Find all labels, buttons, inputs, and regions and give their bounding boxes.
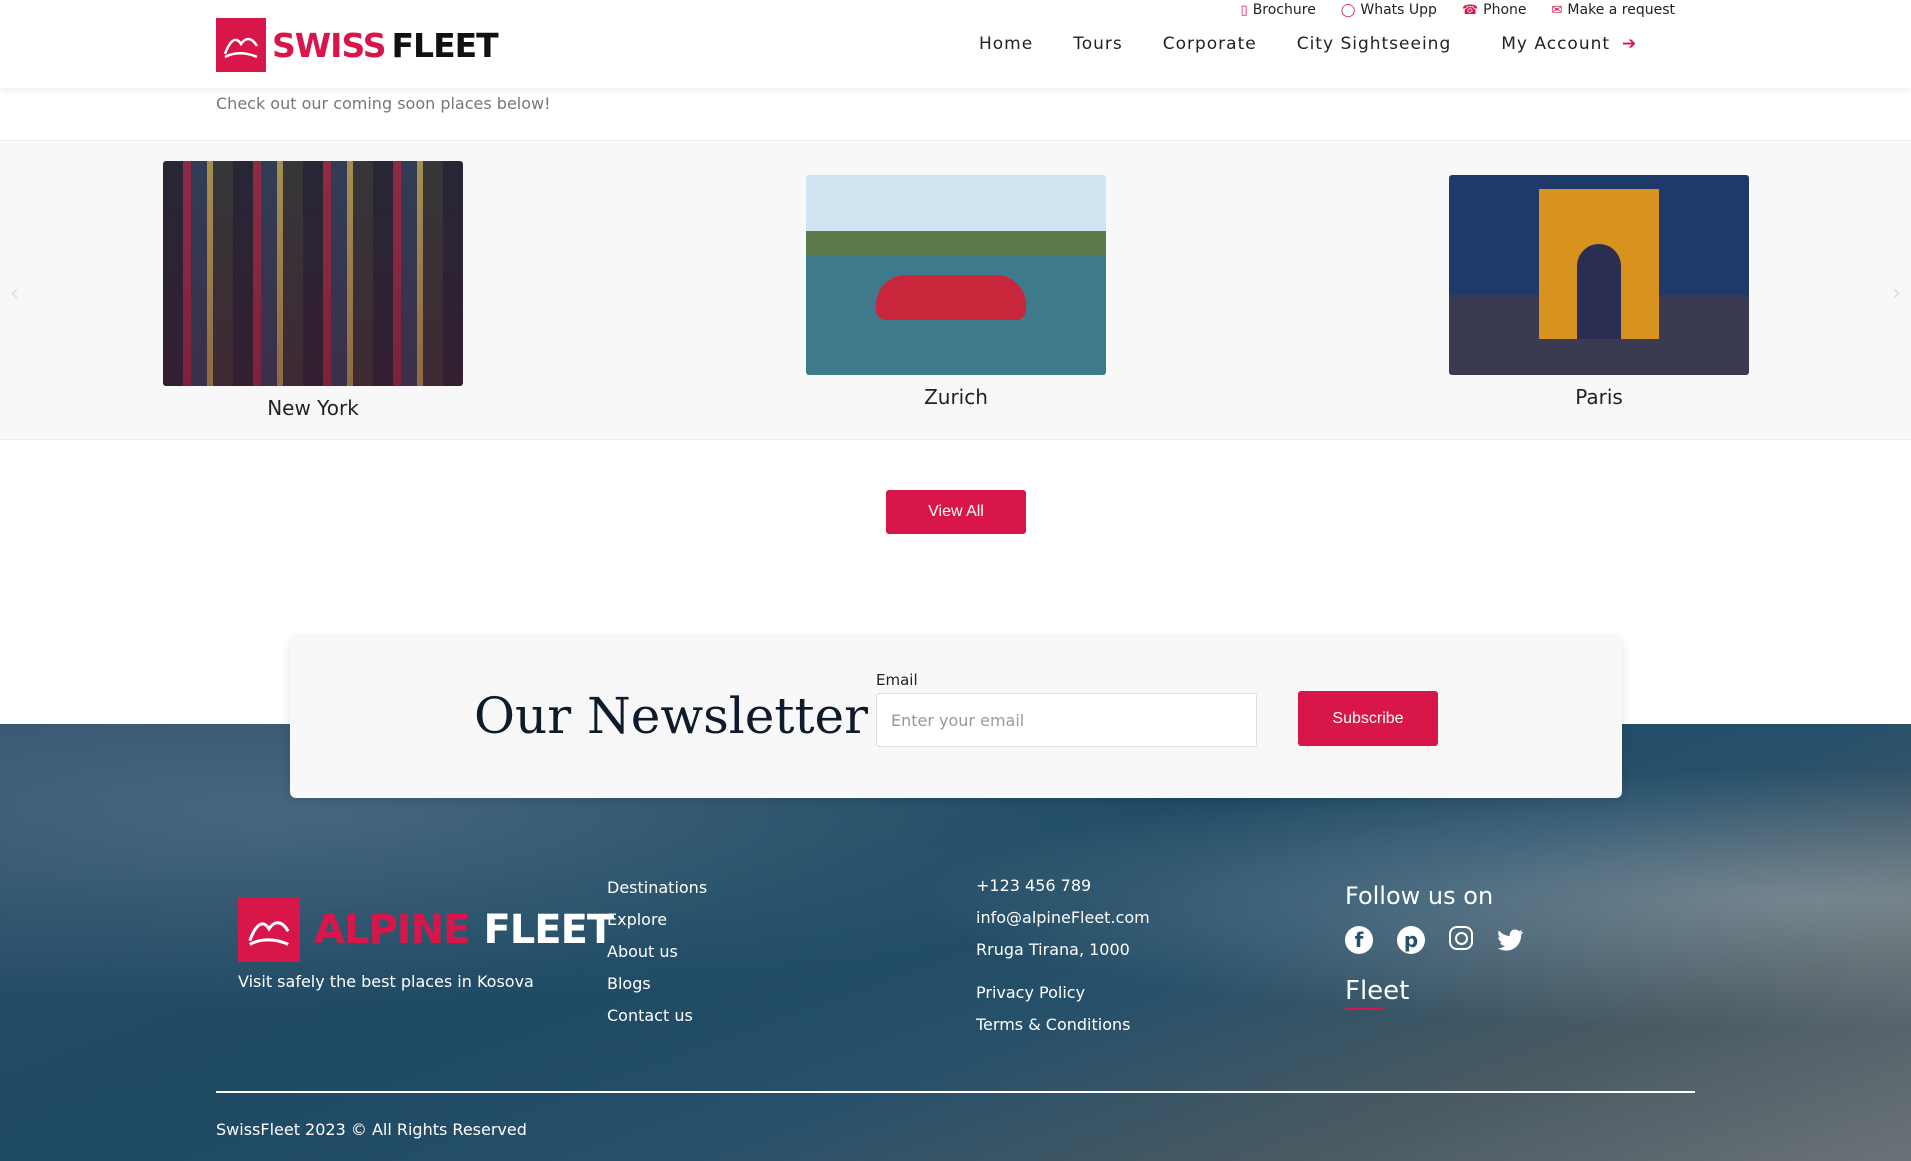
my-account-link[interactable]: My Account ➔: [1501, 34, 1637, 54]
email-label: Email: [876, 671, 918, 689]
footer-email[interactable]: info@alpineFleet.com: [976, 908, 1150, 927]
footer-links: Destinations Explore About us Blogs Cont…: [607, 878, 707, 1038]
phone-link[interactable]: ☎ Phone: [1462, 2, 1527, 18]
carousel-prev-icon[interactable]: ‹: [10, 281, 19, 306]
footer-tagline: Visit safely the best places in Kosova: [238, 972, 534, 991]
phone-icon: ☎: [1461, 2, 1479, 18]
paris-image: [1449, 175, 1749, 375]
footer-link-about[interactable]: About us: [607, 942, 707, 961]
brochure-link[interactable]: ▯ Brochure: [1241, 2, 1316, 18]
logo-text-swiss: SWISS: [272, 25, 386, 65]
envelope-icon: ✉: [1551, 2, 1563, 18]
destination-name: Paris: [1575, 385, 1623, 409]
destinations-carousel: ‹ › New York Zurich Paris: [0, 140, 1911, 440]
coming-soon-subtitle: Check out our coming soon places below!: [216, 94, 551, 113]
footer-brand: Fleet: [1345, 976, 1410, 1006]
footer-logo-text-alpine: ALPINE: [314, 907, 470, 953]
footer-terms-link[interactable]: Terms & Conditions: [976, 1015, 1150, 1034]
make-request-link[interactable]: ✉ Make a request: [1552, 2, 1675, 18]
nav-tours[interactable]: Tours: [1073, 34, 1123, 54]
follow-title: Follow us on: [1345, 882, 1494, 910]
nav-city-sightseeing[interactable]: City Sightseeing: [1297, 34, 1452, 54]
footer-contact: +123 456 789 info@alpineFleet.com Rruga …: [976, 876, 1150, 1047]
logo-mountain-icon: [216, 18, 266, 72]
newsletter-email-input[interactable]: [876, 693, 1257, 747]
nav-home[interactable]: Home: [979, 34, 1033, 54]
make-request-label: Make a request: [1567, 2, 1675, 18]
new-york-image: [163, 161, 463, 386]
destination-card-new-york[interactable]: New York: [163, 161, 463, 420]
top-contact-bar: ▯ Brochure ◯ Whats Upp ☎ Phone ✉ Make a …: [1241, 2, 1675, 18]
destination-card-paris[interactable]: Paris: [1449, 175, 1749, 409]
phone-label: Phone: [1483, 2, 1527, 18]
view-all-button[interactable]: View All: [886, 490, 1026, 534]
site-logo[interactable]: SWISS FLEET: [216, 18, 499, 72]
pinterest-icon[interactable]: p: [1397, 926, 1425, 954]
main-nav: Home Tours Corporate City Sightseeing My…: [979, 34, 1637, 54]
footer-brand-underline: [1345, 1008, 1383, 1010]
logo-mountain-icon: [238, 898, 300, 962]
zurich-image: [806, 175, 1106, 375]
carousel-next-icon[interactable]: ›: [1892, 281, 1901, 306]
newsletter-box: Our Newsletter Email Subscribe: [290, 637, 1622, 798]
logo-text-fleet: FLEET: [391, 25, 499, 65]
footer-follow: Follow us on f p Fleet: [1345, 882, 1525, 1010]
instagram-icon[interactable]: [1449, 926, 1473, 950]
footer-link-blogs[interactable]: Blogs: [607, 974, 707, 993]
newsletter-title: Our Newsletter: [474, 687, 869, 745]
whatsapp-icon: ◯: [1340, 2, 1356, 18]
file-icon: ▯: [1240, 2, 1248, 18]
footer-link-destinations[interactable]: Destinations: [607, 878, 707, 897]
subscribe-button[interactable]: Subscribe: [1298, 691, 1438, 746]
destination-name: New York: [267, 396, 359, 420]
footer-logo[interactable]: ALPINE FLEET: [238, 898, 614, 962]
brochure-label: Brochure: [1252, 2, 1316, 18]
footer-logo-text-fleet: FLEET: [483, 907, 614, 953]
whatsapp-link[interactable]: ◯ Whats Upp: [1341, 2, 1437, 18]
whatsapp-label: Whats Upp: [1360, 2, 1437, 18]
footer-address: Rruga Tirana, 1000: [976, 940, 1130, 959]
sign-in-icon: ➔: [1622, 34, 1638, 54]
destination-name: Zurich: [924, 385, 988, 409]
my-account-label: My Account: [1501, 34, 1611, 54]
footer-link-contact[interactable]: Contact us: [607, 1006, 707, 1025]
social-icons: f p: [1345, 926, 1525, 954]
footer-link-explore[interactable]: Explore: [607, 910, 707, 929]
footer-divider: [216, 1091, 1695, 1093]
nav-corporate[interactable]: Corporate: [1163, 34, 1257, 54]
footer-phone[interactable]: +123 456 789: [976, 876, 1150, 895]
facebook-icon[interactable]: f: [1345, 926, 1373, 954]
twitter-icon[interactable]: [1497, 926, 1525, 954]
destination-card-zurich[interactable]: Zurich: [806, 175, 1106, 409]
footer-copyright: SwissFleet 2023 © All Rights Reserved: [216, 1120, 527, 1139]
footer-privacy-link[interactable]: Privacy Policy: [976, 983, 1150, 1002]
site-header: SWISS FLEET ▯ Brochure ◯ Whats Upp ☎ Pho…: [0, 0, 1911, 88]
